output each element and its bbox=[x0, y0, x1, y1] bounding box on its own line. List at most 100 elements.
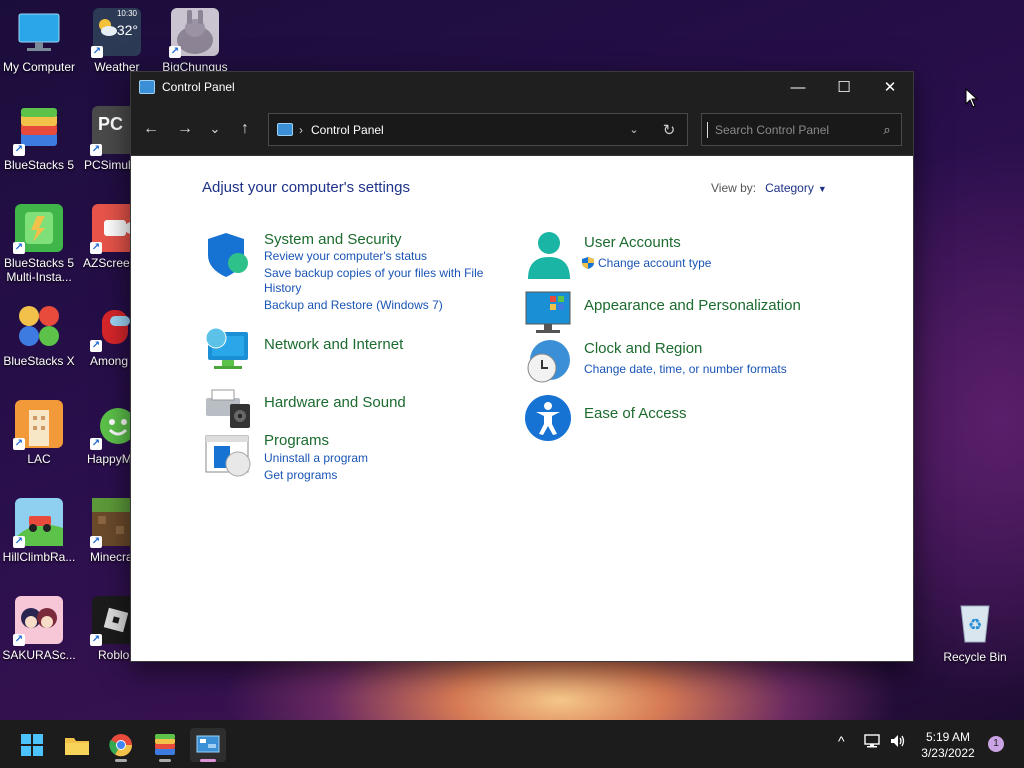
taskbar-clock[interactable]: 5:19 AM 3/23/2022 bbox=[916, 729, 980, 761]
back-button[interactable]: ← bbox=[134, 114, 168, 144]
view-by: View by: Category ▼ bbox=[711, 181, 827, 195]
monitor-icon bbox=[15, 8, 63, 56]
desktop-icon-recycle-bin[interactable]: ♻ Recycle Bin bbox=[936, 598, 1014, 664]
network-icon[interactable] bbox=[864, 733, 882, 752]
address-bar[interactable]: › Control Panel ⌄ ↻ bbox=[268, 113, 688, 146]
category-title-user-accounts[interactable]: User Accounts bbox=[584, 234, 681, 251]
uac-shield-icon bbox=[582, 257, 594, 269]
control-panel-icon bbox=[277, 123, 293, 136]
windows-logo-icon bbox=[21, 734, 43, 756]
link-review-status[interactable]: Review your computer's status bbox=[264, 249, 427, 264]
monitor-colors-icon[interactable] bbox=[524, 288, 572, 336]
forward-button[interactable]: → bbox=[168, 114, 202, 144]
desktop-icon-bigchungus[interactable]: ↗ BigChungus bbox=[156, 8, 234, 74]
sakura-school-icon: ↗ bbox=[13, 596, 63, 646]
desktop-icon-lac[interactable]: ↗ LAC bbox=[0, 400, 78, 466]
link-backup-restore[interactable]: Backup and Restore (Windows 7) bbox=[264, 298, 443, 313]
link-save-backup-cont[interactable]: History bbox=[264, 281, 301, 296]
desktop-icon-label: Roblo bbox=[98, 648, 130, 662]
view-by-dropdown[interactable]: Category bbox=[765, 181, 814, 195]
chevron-down-icon[interactable]: ▼ bbox=[818, 184, 827, 194]
shortcut-arrow-icon: ↗ bbox=[91, 46, 103, 58]
category-user-accounts: User Accounts Change account type bbox=[524, 231, 824, 281]
desktop-icon-my-computer[interactable]: My Computer bbox=[0, 8, 78, 74]
desktop-icon-label: BlueStacks 5 Multi-Insta... bbox=[3, 256, 75, 284]
bluestacks-icon bbox=[155, 734, 175, 755]
category-hardware-sound: Hardware and Sound bbox=[204, 384, 504, 434]
globe-monitor-icon[interactable] bbox=[204, 326, 252, 374]
category-ease-of-access: Ease of Access bbox=[524, 394, 824, 444]
search-box[interactable]: ⌕ bbox=[701, 113, 902, 146]
maximize-button[interactable]: ☐ bbox=[821, 72, 867, 102]
close-button[interactable]: ✕ bbox=[867, 72, 913, 102]
programs-icon[interactable] bbox=[204, 432, 252, 480]
title-bar[interactable]: Control Panel — ☐ ✕ bbox=[131, 72, 913, 102]
link-uninstall-program[interactable]: Uninstall a program bbox=[264, 451, 368, 466]
shortcut-arrow-icon: ↗ bbox=[13, 536, 25, 548]
category-title-clock-region[interactable]: Clock and Region bbox=[584, 340, 702, 357]
link-change-account-type[interactable]: Change account type bbox=[582, 256, 711, 271]
desktop-icon-label: SAKURASc... bbox=[2, 648, 76, 662]
desktop-icon-weather[interactable]: 10:30 32° ↗ Weather bbox=[78, 8, 156, 74]
link-change-date-time[interactable]: Change date, time, or number formats bbox=[584, 362, 787, 377]
category-system-security: System and Security Review your computer… bbox=[204, 231, 504, 313]
user-icon[interactable] bbox=[524, 231, 572, 279]
taskbar-file-explorer[interactable] bbox=[59, 728, 95, 762]
link-get-programs[interactable]: Get programs bbox=[264, 468, 337, 483]
volume-icon[interactable] bbox=[889, 733, 907, 752]
search-input[interactable] bbox=[707, 121, 873, 138]
desktop-icon-label: Among bbox=[90, 354, 129, 368]
start-button[interactable] bbox=[14, 728, 50, 762]
desktop-icon-roblox[interactable]: ↗ Roblo bbox=[78, 596, 140, 662]
search-icon[interactable]: ⌕ bbox=[873, 122, 901, 138]
desktop-icon-azscreen[interactable]: ↗ AZScreen bbox=[78, 204, 140, 270]
category-network-internet: Network and Internet bbox=[204, 326, 504, 376]
taskbar-bluestacks[interactable] bbox=[147, 728, 183, 762]
category-title-programs[interactable]: Programs bbox=[264, 432, 329, 449]
desktop-icon-sakura[interactable]: ↗ SAKURASc... bbox=[0, 596, 78, 662]
link-save-backup[interactable]: Save backup copies of your files with Fi… bbox=[264, 266, 483, 281]
address-dropdown-button[interactable]: ⌄ bbox=[617, 123, 651, 136]
taskbar-chrome[interactable] bbox=[103, 728, 139, 762]
accessibility-icon[interactable] bbox=[524, 394, 572, 442]
breadcrumb-separator[interactable]: › bbox=[299, 123, 303, 137]
clock-globe-icon[interactable] bbox=[524, 338, 572, 386]
printer-speaker-icon[interactable] bbox=[204, 384, 252, 432]
bigchungus-icon: ↗ bbox=[169, 8, 219, 58]
up-button[interactable]: ↑ bbox=[228, 114, 262, 144]
desktop-icon-bluestacks-x[interactable]: BlueStacks X bbox=[0, 302, 78, 368]
desktop-icon-label: HillClimbRa... bbox=[2, 550, 76, 564]
control-panel-icon bbox=[196, 735, 220, 753]
category-title-hardware-sound[interactable]: Hardware and Sound bbox=[264, 394, 406, 411]
category-title-ease-of-access[interactable]: Ease of Access bbox=[584, 405, 687, 422]
desktop-icon-bluestacks5[interactable]: ↗ BlueStacks 5 bbox=[0, 106, 78, 172]
recycle-bin-icon: ♻ bbox=[951, 598, 999, 646]
running-indicator bbox=[159, 759, 171, 762]
notification-badge[interactable]: 1 bbox=[988, 736, 1004, 752]
desktop-icon-among[interactable]: ↗ Among bbox=[78, 302, 138, 368]
category-title-appearance[interactable]: Appearance and Personalization bbox=[584, 297, 801, 314]
breadcrumb-control-panel[interactable]: Control Panel bbox=[311, 123, 617, 137]
shield-icon[interactable] bbox=[204, 231, 252, 279]
taskbar: ^ bbox=[0, 720, 1024, 768]
category-title-network-internet[interactable]: Network and Internet bbox=[264, 336, 403, 353]
window-title: Control Panel bbox=[162, 80, 235, 94]
chevron-up-icon[interactable]: ^ bbox=[838, 733, 845, 749]
desktop-icon-bluestacks-multi[interactable]: ↗ BlueStacks 5 Multi-Insta... bbox=[0, 204, 78, 284]
shortcut-arrow-icon: ↗ bbox=[13, 242, 25, 254]
clock-date: 3/23/2022 bbox=[921, 746, 975, 760]
refresh-button[interactable]: ↻ bbox=[651, 121, 687, 139]
recent-locations-button[interactable]: ⌄ bbox=[202, 114, 228, 144]
category-clock-region: Clock and Region Change date, time, or n… bbox=[524, 338, 844, 388]
shortcut-arrow-icon: ↗ bbox=[13, 144, 25, 156]
desktop-icon-happym[interactable]: ↗ HappyM bbox=[78, 400, 138, 466]
control-panel-window[interactable]: Control Panel — ☐ ✕ ← → ⌄ ↑ › Control Pa… bbox=[130, 71, 914, 662]
category-title-system-security[interactable]: System and Security bbox=[264, 231, 402, 248]
control-panel-icon bbox=[139, 80, 155, 94]
taskbar-control-panel[interactable] bbox=[190, 728, 226, 762]
desktop-icon-minecraft[interactable]: ↗ Minecra bbox=[78, 498, 140, 564]
link-change-account-type-text[interactable]: Change account type bbox=[598, 256, 711, 270]
desktop-icon-hillclimb[interactable]: ↗ HillClimbRa... bbox=[0, 498, 78, 564]
minimize-button[interactable]: — bbox=[775, 72, 821, 102]
desktop-icon-pcsimul[interactable]: PC ↗ PCSimul bbox=[78, 106, 140, 172]
